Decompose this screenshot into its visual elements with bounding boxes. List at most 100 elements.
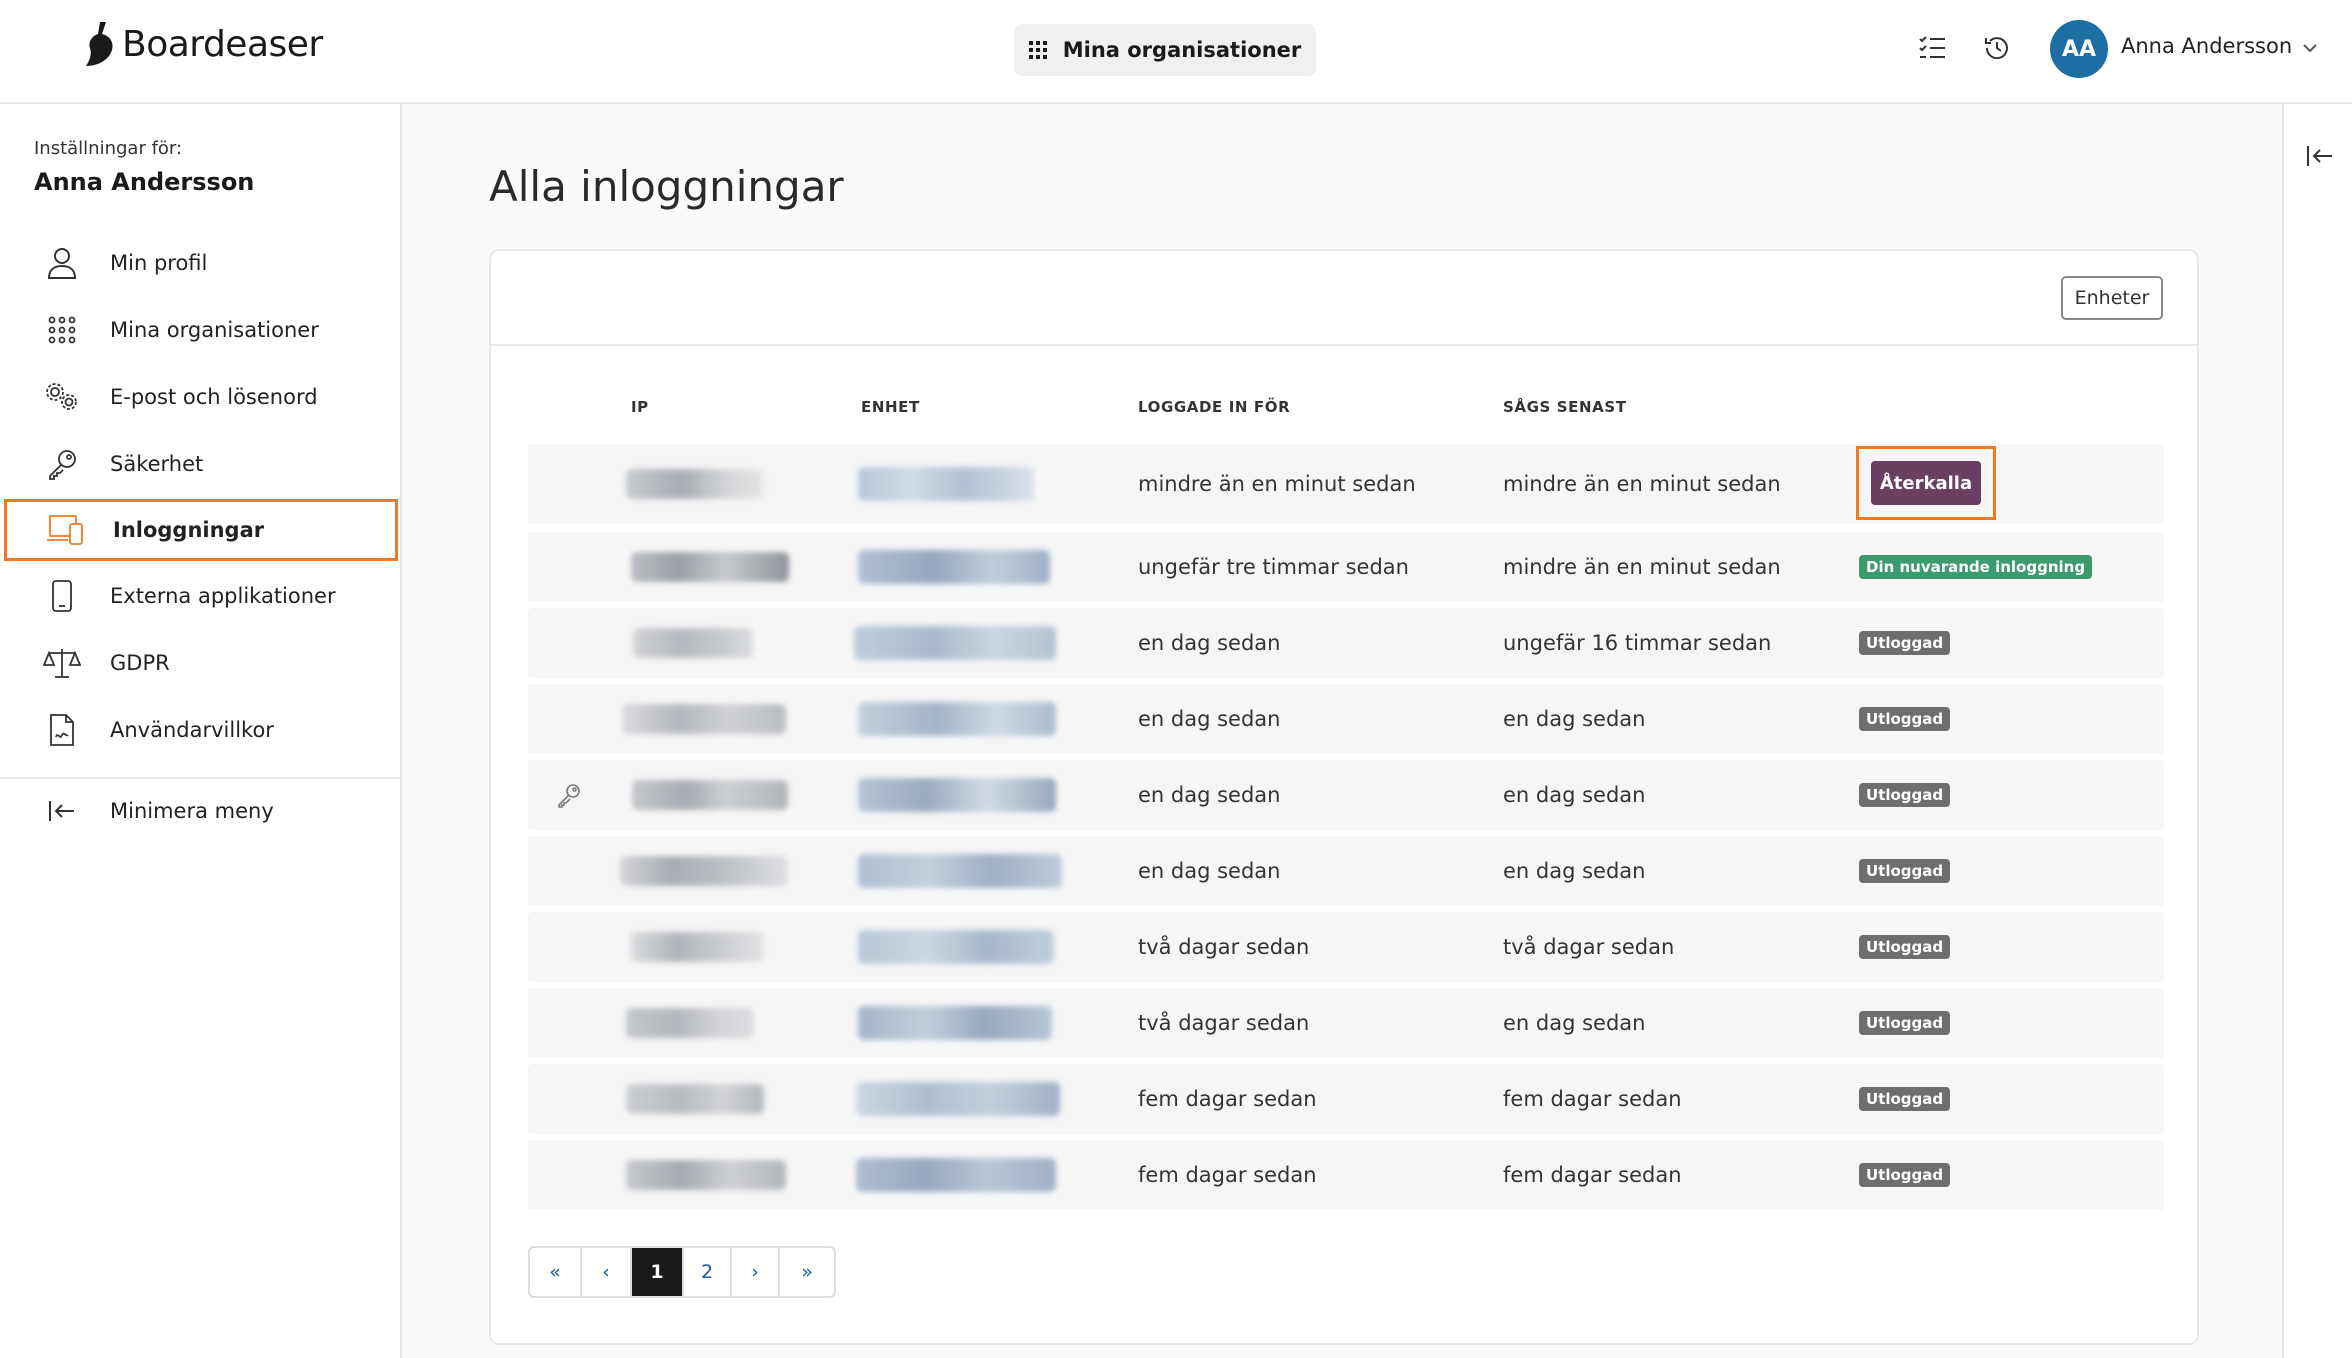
status-cell: Utloggad: [1859, 684, 1951, 754]
device-redacted: [858, 550, 1050, 584]
gears-icon: [42, 377, 82, 417]
sidebar-item-my-profile[interactable]: Min profil: [4, 234, 398, 292]
table-row: mindre än en minut sedan mindre än en mi…: [528, 444, 2164, 524]
sidebar-item-gdpr[interactable]: GDPR: [4, 634, 398, 692]
last-seen-cell: ungefär 16 timmar sedan: [1503, 631, 1772, 655]
history-icon[interactable]: [1979, 30, 2015, 66]
key-icon: [558, 784, 580, 808]
key-icon: [42, 444, 82, 484]
device-redacted: [858, 930, 1054, 964]
ip-address-redacted: [631, 552, 789, 582]
sidebar-item-logins[interactable]: Inloggningar: [4, 499, 398, 561]
device-redacted: [858, 854, 1062, 888]
sidebar-item-label: Inloggningar: [113, 518, 265, 542]
sidebar-item-email-password[interactable]: E-post och lösenord: [4, 368, 398, 426]
logged-out-badge: Utloggad: [1859, 859, 1951, 883]
collapse-panel-icon[interactable]: [2304, 140, 2336, 172]
logged-out-badge: Utloggad: [1859, 1163, 1951, 1187]
apps-grid-icon: [1028, 41, 1047, 59]
logged-in-cell: mindre än en minut sedan: [1138, 472, 1416, 496]
header-user-name[interactable]: Anna Andersson: [2121, 34, 2292, 58]
logged-in-cell: en dag sedan: [1138, 859, 1281, 883]
status-cell: Utloggad: [1859, 760, 1951, 830]
column-header-logged-in: LOGGADE IN FÖR: [1138, 398, 1291, 416]
last-seen-cell: mindre än en minut sedan: [1503, 555, 1781, 579]
sidebar-item-my-organisations[interactable]: Mina organisationer: [4, 301, 398, 359]
ip-address-redacted: [626, 1084, 764, 1114]
top-bar: Boardeaser Mina organisationer AA Anna A…: [0, 0, 2352, 104]
logged-out-badge: Utloggad: [1859, 707, 1951, 731]
scale-icon: [42, 643, 82, 683]
last-seen-cell: två dagar sedan: [1503, 935, 1675, 959]
device-redacted: [858, 467, 1034, 501]
collapse-left-icon: [42, 791, 82, 831]
devices-icon: [45, 510, 85, 550]
device-redacted: [858, 1006, 1052, 1040]
minimize-menu-button[interactable]: Minimera meny: [4, 782, 398, 840]
current-login-badge: Din nuvarande inloggning: [1859, 555, 2093, 579]
table-row: en dag sedan en dag sedan Utloggad: [528, 836, 2164, 906]
revoke-highlight: Återkalla: [1856, 446, 1996, 520]
first-page-button[interactable]: «: [530, 1248, 582, 1296]
column-header-device: ENHET: [861, 398, 920, 416]
ip-address-redacted: [626, 1160, 786, 1190]
logged-in-cell: ungefär tre timmar sedan: [1138, 555, 1409, 579]
next-page-button[interactable]: ›: [732, 1248, 780, 1296]
last-seen-cell: en dag sedan: [1503, 1011, 1646, 1035]
ip-address-redacted: [632, 780, 788, 810]
last-seen-cell: mindre än en minut sedan: [1503, 472, 1781, 496]
page-button-current[interactable]: 1: [632, 1248, 684, 1296]
grid-icon: [42, 310, 82, 350]
logged-in-cell: en dag sedan: [1138, 707, 1281, 731]
ip-address-redacted: [630, 932, 764, 962]
pagination: « ‹ 1 2 › »: [528, 1246, 836, 1298]
page-button[interactable]: 2: [684, 1248, 732, 1296]
my-organisations-button[interactable]: Mina organisationer: [1014, 24, 1316, 76]
sidebar-item-label: GDPR: [110, 651, 170, 675]
logins-card: Enheter IP ENHET LOGGADE IN FÖR SÅGS SEN…: [489, 249, 2199, 1345]
sidebar-item-label: Externa applikationer: [110, 584, 336, 608]
sidebar-divider: [0, 777, 400, 779]
last-seen-cell: fem dagar sedan: [1503, 1163, 1682, 1187]
device-redacted: [858, 778, 1056, 812]
revoke-button[interactable]: Återkalla: [1871, 461, 1981, 505]
user-avatar[interactable]: AA: [2050, 20, 2108, 78]
document-icon: [42, 710, 82, 750]
last-seen-cell: en dag sedan: [1503, 859, 1646, 883]
settings-user-name: Anna Andersson: [34, 168, 255, 196]
sidebar-item-label: Min profil: [110, 251, 208, 275]
last-page-button[interactable]: »: [780, 1248, 834, 1296]
sidebar-item-external-apps[interactable]: Externa applikationer: [4, 567, 398, 625]
sidebar-item-terms[interactable]: Användarvillkor: [4, 701, 398, 759]
status-cell: Utloggad: [1859, 1064, 1951, 1134]
last-seen-cell: en dag sedan: [1503, 783, 1646, 807]
status-cell: Utloggad: [1859, 1140, 1951, 1210]
last-seen-cell: fem dagar sedan: [1503, 1087, 1682, 1111]
last-seen-cell: en dag sedan: [1503, 707, 1646, 731]
right-rail: [2282, 104, 2352, 1358]
logged-in-cell: fem dagar sedan: [1138, 1163, 1317, 1187]
logged-out-badge: Utloggad: [1859, 631, 1951, 655]
status-cell: Utloggad: [1859, 608, 1951, 678]
page-title: Alla inloggningar: [489, 162, 844, 211]
logged-out-badge: Utloggad: [1859, 1011, 1951, 1035]
table-row: två dagar sedan två dagar sedan Utloggad: [528, 912, 2164, 982]
chevron-down-icon[interactable]: [2300, 38, 2320, 58]
sidebar-item-security[interactable]: Säkerhet: [4, 435, 398, 493]
boardeaser-logo-icon: [86, 22, 113, 66]
ip-address-redacted: [622, 704, 786, 734]
ip-address-redacted: [626, 1008, 754, 1038]
brand-logo[interactable]: Boardeaser: [80, 20, 323, 68]
table-row: en dag sedan en dag sedan Utloggad: [528, 760, 2164, 830]
logged-out-badge: Utloggad: [1859, 1087, 1951, 1111]
table-row: fem dagar sedan fem dagar sedan Utloggad: [528, 1140, 2164, 1210]
ip-address-redacted: [620, 856, 788, 886]
table-row: en dag sedan ungefär 16 timmar sedan Utl…: [528, 608, 2164, 678]
table-row: en dag sedan en dag sedan Utloggad: [528, 684, 2164, 754]
task-list-icon[interactable]: [1914, 30, 1950, 66]
minimize-menu-label: Minimera meny: [110, 799, 274, 823]
previous-page-button[interactable]: ‹: [582, 1248, 632, 1296]
logged-in-cell: två dagar sedan: [1138, 1011, 1310, 1035]
units-button[interactable]: Enheter: [2061, 276, 2163, 320]
status-cell: Utloggad: [1859, 912, 1951, 982]
